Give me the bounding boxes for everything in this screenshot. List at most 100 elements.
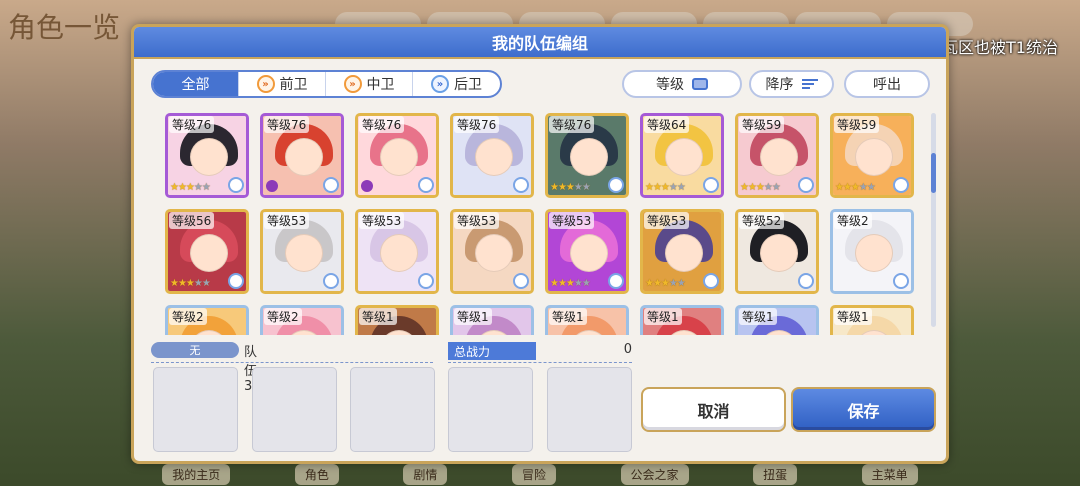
character-card[interactable]: 等级1 bbox=[830, 305, 914, 335]
character-level: 等级2 bbox=[169, 308, 207, 325]
character-card[interactable]: 等级1 bbox=[545, 305, 629, 335]
character-portrait bbox=[855, 234, 893, 272]
character-portrait bbox=[285, 234, 323, 272]
character-portrait bbox=[855, 138, 893, 176]
front-icon: » bbox=[256, 75, 275, 93]
character-card[interactable]: 等级76 ★★★★★ bbox=[165, 113, 249, 198]
order-label: 降序 bbox=[765, 77, 794, 93]
character-portrait bbox=[475, 234, 513, 272]
character-card[interactable]: 等级76 bbox=[260, 113, 344, 198]
filter-back-label: 后卫 bbox=[454, 77, 482, 93]
total-power-value: 0 bbox=[623, 342, 632, 357]
character-portrait bbox=[570, 138, 608, 176]
level-sort-button[interactable]: 等级 bbox=[622, 70, 742, 98]
character-portrait bbox=[570, 234, 608, 272]
character-portrait bbox=[190, 234, 228, 272]
character-level: 等级1 bbox=[644, 308, 682, 325]
character-level: 等级1 bbox=[454, 308, 492, 325]
team-slot-3[interactable] bbox=[350, 367, 435, 452]
dialog-title: 我的队伍编组 bbox=[134, 27, 946, 59]
character-card[interactable]: 等级76 ★★★★★ bbox=[545, 113, 629, 198]
order-button[interactable]: 降序 bbox=[749, 70, 834, 98]
character-card[interactable]: 等级2 bbox=[260, 305, 344, 335]
position-filter: 全部 » 前卫 » 中卫 » 后卫 bbox=[151, 70, 502, 98]
character-card[interactable]: 等级56 ★★★★★ bbox=[165, 209, 249, 294]
character-card[interactable]: 等级53 bbox=[260, 209, 344, 294]
character-portrait bbox=[760, 138, 798, 176]
nav-adventure: 冒险 bbox=[511, 463, 556, 485]
position-badge-icon bbox=[893, 273, 909, 289]
call-button[interactable]: 呼出 bbox=[844, 70, 930, 98]
star-rating-icon: ★★★★★ bbox=[550, 278, 591, 289]
background-bottom-nav: 我的主页 角色 剧情 冒险 公会之家 扭蛋 主菜单 bbox=[130, 462, 950, 486]
character-card[interactable]: 等级2 bbox=[165, 305, 249, 335]
team-slot-2[interactable] bbox=[252, 367, 337, 452]
character-card[interactable]: 等级53 bbox=[355, 209, 439, 294]
position-badge-icon bbox=[228, 177, 244, 193]
character-card[interactable]: 等级59 ★★★★★ bbox=[830, 113, 914, 198]
filter-middle[interactable]: » 中卫 bbox=[326, 72, 413, 96]
character-level: 等级1 bbox=[359, 308, 397, 325]
character-card[interactable]: 等级1 bbox=[355, 305, 439, 335]
character-card[interactable]: 等级64 ★★★★★ bbox=[640, 113, 724, 198]
filter-all-label: 全部 bbox=[181, 77, 210, 93]
character-card[interactable]: 等级53 bbox=[450, 209, 534, 294]
character-card[interactable]: 等级53 ★★★★★ bbox=[545, 209, 629, 294]
character-level: 等级1 bbox=[834, 308, 872, 325]
character-portrait bbox=[665, 138, 703, 176]
character-card[interactable]: 等级59 ★★★★★ bbox=[735, 113, 819, 198]
character-level: 等级53 bbox=[454, 212, 500, 229]
character-card[interactable]: 等级52 bbox=[735, 209, 819, 294]
notification-text: 瓦区也被T1统治 bbox=[942, 38, 1058, 57]
middle-icon: » bbox=[343, 75, 362, 93]
character-portrait bbox=[380, 138, 418, 176]
background-page-title: 角色一览 bbox=[8, 11, 121, 44]
filter-back[interactable]: » 后卫 bbox=[413, 72, 500, 96]
filter-all[interactable]: 全部 bbox=[153, 72, 239, 96]
power-divider bbox=[448, 362, 632, 363]
star-rating-icon: ★★★★★ bbox=[645, 182, 686, 193]
position-badge-icon bbox=[323, 273, 339, 289]
team-slot-4[interactable] bbox=[448, 367, 533, 452]
character-portrait bbox=[475, 138, 513, 176]
team-slot-5[interactable] bbox=[547, 367, 632, 452]
character-card[interactable]: 等级53 ★★★★★ bbox=[640, 209, 724, 294]
character-level: 等级53 bbox=[264, 212, 310, 229]
grid-scrollbar[interactable] bbox=[931, 113, 936, 327]
character-portrait bbox=[380, 234, 418, 272]
team-edit-dialog: 我的队伍编组 全部 » 前卫 » 中卫 » 后卫 等级 降序 呼出 等级76 ★★★★★… bbox=[131, 24, 949, 464]
nav-guild: 公会之家 bbox=[620, 463, 689, 485]
character-card[interactable]: 等级1 bbox=[640, 305, 724, 335]
character-card[interactable]: 等级2 bbox=[830, 209, 914, 294]
scrollbar-thumb[interactable] bbox=[931, 153, 936, 193]
star-rating-icon: ★★★★★ bbox=[550, 182, 591, 193]
character-level: 等级76 bbox=[549, 116, 595, 133]
position-badge-icon bbox=[418, 273, 434, 289]
position-badge-icon bbox=[418, 177, 434, 193]
character-card[interactable]: 等级1 bbox=[735, 305, 819, 335]
nav-gacha: 扭蛋 bbox=[753, 463, 798, 485]
star-rating-icon: ★★★★★ bbox=[170, 278, 211, 289]
character-card[interactable]: 等级76 bbox=[450, 113, 534, 198]
character-card[interactable]: 等级1 bbox=[450, 305, 534, 335]
nav-story: 剧情 bbox=[403, 463, 448, 485]
cancel-button[interactable]: 取消 bbox=[641, 387, 786, 432]
character-level: 等级2 bbox=[264, 308, 302, 325]
position-badge-icon bbox=[703, 177, 719, 193]
character-level: 等级64 bbox=[644, 116, 690, 133]
position-badge-icon bbox=[703, 273, 719, 289]
total-power-label: 总战力 bbox=[448, 342, 536, 360]
character-level: 等级2 bbox=[834, 212, 872, 229]
star-rating-icon: ★★★★★ bbox=[740, 182, 781, 193]
team-slot-1[interactable] bbox=[153, 367, 238, 452]
character-level: 等级1 bbox=[549, 308, 587, 325]
position-badge-icon bbox=[323, 177, 339, 193]
character-card[interactable]: 等级76 bbox=[355, 113, 439, 198]
position-badge-icon bbox=[513, 177, 529, 193]
descending-icon bbox=[801, 79, 818, 89]
position-badge-icon bbox=[513, 273, 529, 289]
save-button[interactable]: 保存 bbox=[791, 387, 936, 432]
team-divider bbox=[151, 362, 433, 363]
filter-front[interactable]: » 前卫 bbox=[239, 72, 326, 96]
filter-middle-label: 中卫 bbox=[366, 77, 395, 93]
